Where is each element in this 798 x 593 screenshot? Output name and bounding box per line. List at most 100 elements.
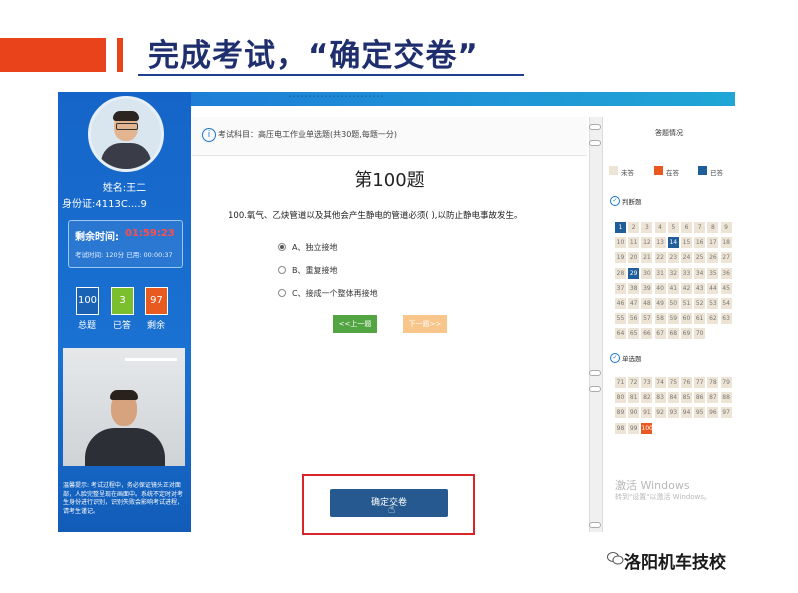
question-cell[interactable]: 86 [694,392,706,404]
question-cell[interactable]: 100 [641,422,653,434]
question-cell[interactable]: 33 [681,267,692,279]
question-cell[interactable]: 99 [628,422,640,434]
question-cell[interactable]: 45 [720,282,732,294]
question-cell[interactable]: 73 [641,377,653,388]
question-cell[interactable]: 38 [628,282,640,294]
question-cell[interactable]: 74 [654,377,666,388]
question-cell[interactable]: 62 [707,313,719,325]
question-cell[interactable]: 75 [667,377,679,388]
prev-question-button[interactable]: <<上一题 [333,315,377,333]
question-cell[interactable]: 49 [654,298,666,309]
radio-selected-icon[interactable] [278,242,286,251]
question-cell[interactable]: 26 [707,252,719,264]
question-cell[interactable]: 55 [615,313,626,325]
radio-icon[interactable] [278,265,286,274]
question-cell[interactable]: 69 [681,328,692,340]
question-cell[interactable]: 2 [628,222,640,233]
question-cell[interactable]: 93 [667,407,679,419]
question-cell[interactable]: 10 [615,237,626,249]
question-cell[interactable]: 30 [641,267,653,279]
question-cell[interactable]: 21 [641,252,653,264]
question-cell[interactable]: 50 [667,298,679,309]
question-cell[interactable]: 56 [628,313,640,325]
question-cell[interactable]: 54 [720,298,732,309]
question-cell[interactable]: 27 [720,252,732,264]
question-cell[interactable]: 48 [641,298,653,309]
question-cell[interactable]: 16 [694,237,706,249]
question-cell[interactable]: 36 [720,267,732,279]
question-cell[interactable]: 81 [628,392,640,404]
question-cell[interactable]: 40 [654,282,666,294]
question-cell[interactable]: 53 [707,298,719,309]
question-cell[interactable]: 80 [615,392,626,404]
question-cell[interactable]: 70 [694,328,706,340]
question-cell[interactable]: 11 [628,237,640,249]
question-cell[interactable]: 68 [667,328,679,340]
question-cell[interactable]: 98 [615,422,626,434]
question-cell[interactable]: 77 [694,377,706,388]
question-cell[interactable]: 72 [628,377,640,388]
question-cell[interactable]: 32 [667,267,679,279]
question-cell[interactable]: 39 [641,282,653,294]
question-cell[interactable]: 34 [694,267,706,279]
question-cell[interactable]: 29 [628,267,640,279]
question-cell[interactable]: 78 [707,377,719,388]
question-cell[interactable]: 12 [641,237,653,249]
question-cell[interactable]: 15 [681,237,692,249]
question-cell[interactable]: 79 [720,377,732,388]
question-cell[interactable]: 82 [641,392,653,404]
question-cell[interactable]: 25 [694,252,706,264]
question-cell[interactable]: 88 [720,392,732,404]
question-cell[interactable]: 96 [707,407,719,419]
question-cell[interactable]: 97 [720,407,732,419]
question-cell[interactable]: 57 [641,313,653,325]
question-cell[interactable]: 59 [667,313,679,325]
question-cell[interactable]: 87 [707,392,719,404]
radio-icon[interactable] [278,288,286,297]
option-b[interactable]: B、重复接地 [278,265,338,276]
question-cell[interactable]: 94 [681,407,692,419]
question-cell[interactable]: 19 [615,252,626,264]
question-cell[interactable]: 44 [707,282,719,294]
question-cell[interactable]: 22 [654,252,666,264]
question-cell[interactable]: 28 [615,267,626,279]
question-cell[interactable]: 91 [641,407,653,419]
question-cell[interactable]: 20 [628,252,640,264]
question-cell[interactable]: 8 [707,222,719,233]
question-cell[interactable]: 63 [720,313,732,325]
question-cell[interactable]: 46 [615,298,626,309]
question-cell[interactable]: 9 [720,222,732,233]
question-cell[interactable]: 58 [654,313,666,325]
question-cell[interactable]: 66 [641,328,653,340]
question-cell[interactable]: 60 [681,313,692,325]
question-cell[interactable]: 7 [694,222,706,233]
option-c[interactable]: C、接成一个整体再接地 [278,288,378,299]
question-cell[interactable]: 71 [615,377,626,388]
question-cell[interactable]: 3 [641,222,653,233]
question-cell[interactable]: 18 [720,237,732,249]
question-cell[interactable]: 24 [681,252,692,264]
next-question-button[interactable]: 下一题>> [403,315,447,333]
question-cell[interactable]: 17 [707,237,719,249]
question-cell[interactable]: 41 [667,282,679,294]
question-cell[interactable]: 42 [681,282,692,294]
question-cell[interactable]: 67 [654,328,666,340]
question-cell[interactable]: 83 [654,392,666,404]
question-cell[interactable]: 35 [707,267,719,279]
question-cell[interactable]: 76 [681,377,692,388]
question-cell[interactable]: 47 [628,298,640,309]
question-cell[interactable]: 85 [681,392,692,404]
question-cell[interactable]: 95 [694,407,706,419]
question-cell[interactable]: 31 [654,267,666,279]
question-cell[interactable]: 89 [615,407,626,419]
question-cell[interactable]: 52 [694,298,706,309]
question-cell[interactable]: 1 [615,222,626,233]
question-cell[interactable]: 6 [681,222,692,233]
question-cell[interactable]: 14 [667,237,679,249]
question-cell[interactable]: 65 [628,328,640,340]
question-cell[interactable]: 43 [694,282,706,294]
question-cell[interactable]: 13 [654,237,666,249]
question-cell[interactable]: 90 [628,407,640,419]
question-cell[interactable]: 92 [654,407,666,419]
question-cell[interactable]: 5 [667,222,679,233]
